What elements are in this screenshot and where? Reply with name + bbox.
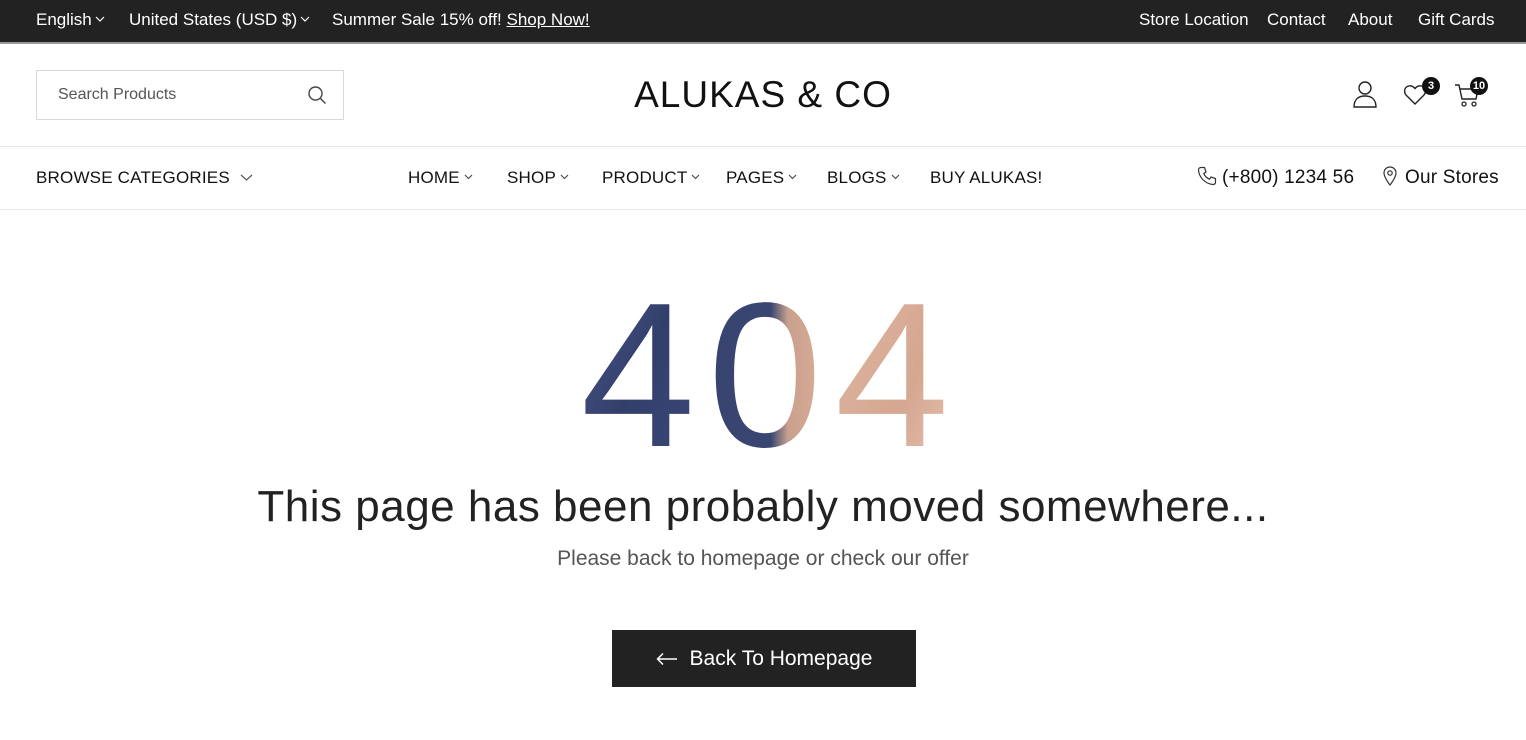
back-to-homepage-label: Back To Homepage (689, 646, 873, 670)
chevron-down-icon (95, 16, 105, 22)
shop-now-link[interactable]: Shop Now! (507, 10, 590, 29)
error-404-graphic: 4 0 4 (581, 286, 950, 456)
error-subline: Please back to homepage or check our off… (557, 547, 969, 570)
promo-text: Summer Sale 15% off! (332, 10, 507, 29)
account-icon[interactable] (1353, 80, 1377, 108)
phone-number: (+800) 1234 56 (1222, 167, 1355, 188)
promo-banner: Summer Sale 15% off! Shop Now! (332, 0, 590, 42)
error-code-digit: 4 (581, 286, 696, 456)
topbar-divider (0, 42, 1526, 44)
our-stores-link[interactable]: Our Stores (1383, 147, 1499, 209)
contact-link[interactable]: Contact (1267, 0, 1326, 42)
cart-count-badge: 10 (1470, 77, 1488, 95)
error-headline: This page has been probably moved somewh… (257, 482, 1269, 531)
error-code-digit: 4 (835, 286, 950, 456)
chevron-down-icon (300, 16, 310, 22)
our-stores-label: Our Stores (1405, 167, 1499, 188)
chevron-down-icon (788, 174, 797, 180)
currency-label: United States (USD $) (129, 10, 298, 29)
nav-item-label: SHOP (507, 168, 556, 187)
language-selector[interactable]: English (36, 0, 105, 42)
location-pin-icon (1383, 166, 1397, 186)
chevron-down-icon (560, 174, 569, 180)
nav-item-label: PRODUCT (602, 168, 688, 187)
nav-item-label: HOME (408, 168, 460, 187)
nav-item-label: BLOGS (827, 168, 887, 187)
browse-categories-button[interactable]: BROWSE CATEGORIES (36, 147, 253, 209)
wishlist-count-badge: 3 (1422, 77, 1440, 95)
nav-item-home[interactable]: HOME (408, 147, 473, 209)
browse-categories-label: BROWSE CATEGORIES (36, 168, 230, 187)
cart-button[interactable]: 10 (1454, 77, 1494, 110)
top-bar: English United States (USD $) Summer Sal… (0, 0, 1526, 42)
nav-item-pages[interactable]: PAGES (726, 147, 797, 209)
nav-item-blogs[interactable]: BLOGS (827, 147, 900, 209)
nav-divider (0, 209, 1526, 210)
back-to-homepage-button[interactable]: Back To Homepage (612, 630, 916, 687)
language-label: English (36, 10, 92, 29)
wishlist-button[interactable]: 3 (1403, 77, 1443, 110)
store-location-link[interactable]: Store Location (1139, 0, 1249, 42)
chevron-down-icon (891, 174, 899, 180)
site-logo[interactable]: ALUKAS & CO (0, 74, 1526, 116)
chevron-down-icon (240, 174, 253, 181)
chevron-down-icon (692, 174, 700, 180)
about-link[interactable]: About (1348, 0, 1392, 42)
nav-item-label: PAGES (726, 168, 785, 187)
phone-icon (1197, 166, 1217, 186)
nav-item-shop[interactable]: SHOP (507, 147, 569, 209)
nav-item-product[interactable]: PRODUCT (602, 147, 700, 209)
gift-cards-link[interactable]: Gift Cards (1418, 0, 1495, 42)
chevron-down-icon (464, 174, 473, 180)
nav-item-buy-alukas[interactable]: BUY ALUKAS! (930, 147, 1042, 209)
currency-selector[interactable]: United States (USD $) (129, 0, 310, 42)
error-code-digit: 0 (708, 286, 823, 456)
arrow-left-icon (655, 652, 677, 665)
phone-link[interactable]: (+800) 1234 56 (1197, 147, 1354, 209)
main-nav: BROWSE CATEGORIES HOME SHOP PRODUCT PAGE… (0, 147, 1526, 209)
